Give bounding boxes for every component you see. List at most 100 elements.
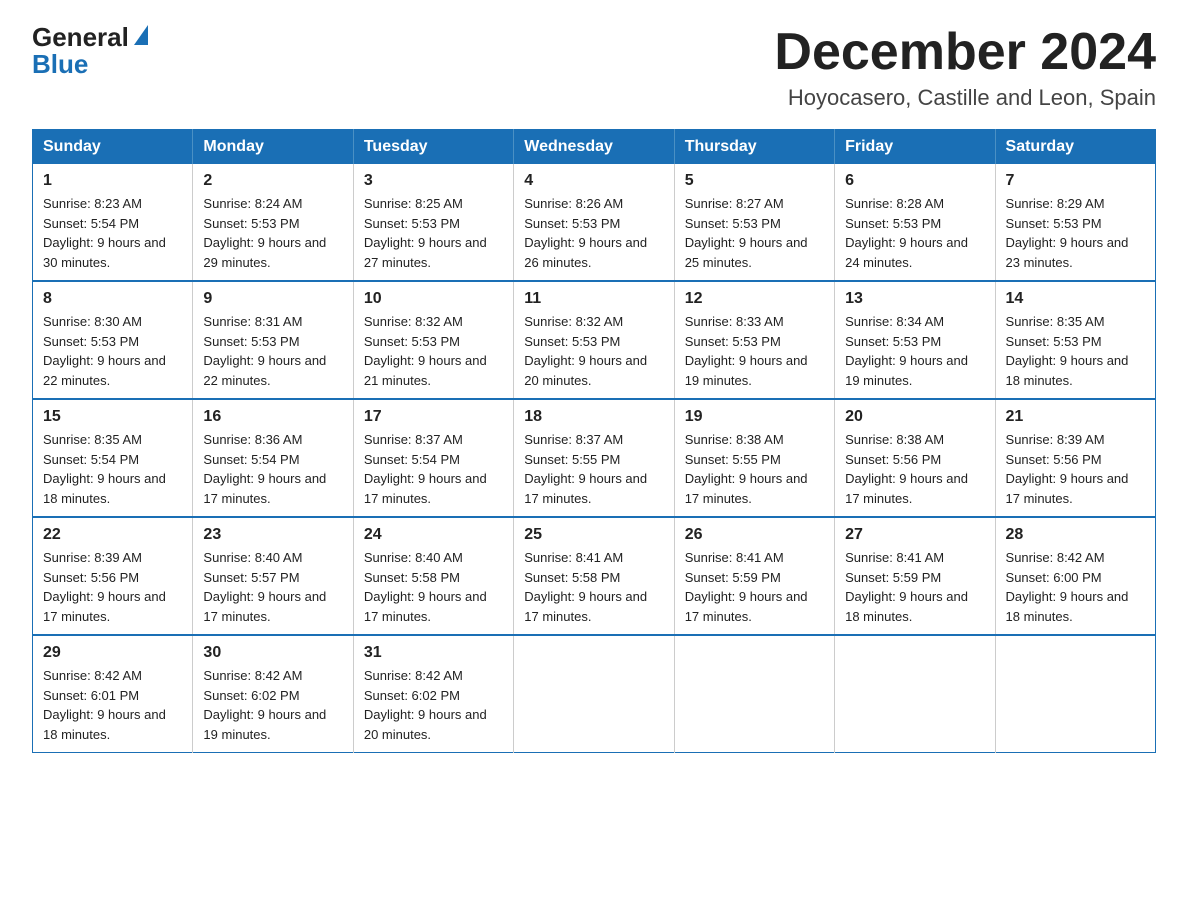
day-info: Sunrise: 8:42 AMSunset: 6:00 PMDaylight:… <box>1006 550 1129 624</box>
day-number: 29 <box>43 644 182 662</box>
day-info: Sunrise: 8:27 AMSunset: 5:53 PMDaylight:… <box>685 196 808 270</box>
table-row: 29 Sunrise: 8:42 AMSunset: 6:01 PMDayligh… <box>33 635 193 753</box>
calendar-week-row: 8 Sunrise: 8:30 AMSunset: 5:53 PMDaylight… <box>33 281 1156 399</box>
day-info: Sunrise: 8:42 AMSunset: 6:02 PMDaylight:… <box>364 668 487 742</box>
day-number: 16 <box>203 408 342 426</box>
day-number: 21 <box>1006 408 1145 426</box>
day-info: Sunrise: 8:40 AMSunset: 5:58 PMDaylight:… <box>364 550 487 624</box>
table-row: 1 Sunrise: 8:23 AMSunset: 5:54 PMDaylight… <box>33 164 193 281</box>
table-row: 17 Sunrise: 8:37 AMSunset: 5:54 PMDayligh… <box>353 399 513 517</box>
col-monday: Monday <box>193 130 353 165</box>
table-row: 27Sunrise: 8:41 AMSunset: 5:59 PMDayligh… <box>835 517 995 635</box>
day-number: 4 <box>524 172 663 190</box>
day-info: Sunrise: 8:37 AMSunset: 5:55 PMDaylight:… <box>524 432 647 506</box>
day-number: 20 <box>845 408 984 426</box>
day-info: Sunrise: 8:25 AMSunset: 5:53 PMDaylight:… <box>364 196 487 270</box>
page-header: General Blue December 2024 Hoyocasero, C… <box>32 24 1156 111</box>
table-row: 30 Sunrise: 8:42 AMSunset: 6:02 PMDayligh… <box>193 635 353 753</box>
col-wednesday: Wednesday <box>514 130 674 165</box>
day-info: Sunrise: 8:35 AMSunset: 5:54 PMDaylight:… <box>43 432 166 506</box>
day-number: 24 <box>364 526 503 544</box>
table-row: 9 Sunrise: 8:31 AMSunset: 5:53 PMDaylight… <box>193 281 353 399</box>
day-info: Sunrise: 8:38 AMSunset: 5:55 PMDaylight:… <box>685 432 808 506</box>
table-row: 11 Sunrise: 8:32 AMSunset: 5:53 PMDayligh… <box>514 281 674 399</box>
calendar-subtitle: Hoyocasero, Castille and Leon, Spain <box>774 85 1156 111</box>
table-row: 13Sunrise: 8:34 AMSunset: 5:53 PMDayligh… <box>835 281 995 399</box>
table-row <box>835 635 995 753</box>
day-number: 17 <box>364 408 503 426</box>
calendar-week-row: 1 Sunrise: 8:23 AMSunset: 5:54 PMDaylight… <box>33 164 1156 281</box>
logo-text: General Blue <box>32 24 148 77</box>
day-number: 18 <box>524 408 663 426</box>
day-number: 13 <box>845 290 984 308</box>
logo-triangle-icon <box>134 25 148 45</box>
day-number: 28 <box>1006 526 1145 544</box>
day-number: 23 <box>203 526 342 544</box>
table-row: 2 Sunrise: 8:24 AMSunset: 5:53 PMDaylight… <box>193 164 353 281</box>
table-row: 23Sunrise: 8:40 AMSunset: 5:57 PMDayligh… <box>193 517 353 635</box>
day-number: 30 <box>203 644 342 662</box>
day-info: Sunrise: 8:39 AMSunset: 5:56 PMDaylight:… <box>1006 432 1129 506</box>
col-thursday: Thursday <box>674 130 834 165</box>
table-row: 26 Sunrise: 8:41 AMSunset: 5:59 PMDayligh… <box>674 517 834 635</box>
day-number: 3 <box>364 172 503 190</box>
table-row <box>514 635 674 753</box>
day-number: 11 <box>524 290 663 308</box>
col-tuesday: Tuesday <box>353 130 513 165</box>
day-info: Sunrise: 8:26 AMSunset: 5:53 PMDaylight:… <box>524 196 647 270</box>
day-info: Sunrise: 8:42 AMSunset: 6:01 PMDaylight:… <box>43 668 166 742</box>
day-info: Sunrise: 8:35 AMSunset: 5:53 PMDaylight:… <box>1006 314 1129 388</box>
day-info: Sunrise: 8:41 AMSunset: 5:58 PMDaylight:… <box>524 550 647 624</box>
day-info: Sunrise: 8:37 AMSunset: 5:54 PMDaylight:… <box>364 432 487 506</box>
day-info: Sunrise: 8:33 AMSunset: 5:53 PMDaylight:… <box>685 314 808 388</box>
day-info: Sunrise: 8:32 AMSunset: 5:53 PMDaylight:… <box>364 314 487 388</box>
day-number: 27 <box>845 526 984 544</box>
day-number: 25 <box>524 526 663 544</box>
table-row: 24 Sunrise: 8:40 AMSunset: 5:58 PMDayligh… <box>353 517 513 635</box>
calendar-week-row: 29 Sunrise: 8:42 AMSunset: 6:01 PMDayligh… <box>33 635 1156 753</box>
day-number: 7 <box>1006 172 1145 190</box>
table-row: 7 Sunrise: 8:29 AMSunset: 5:53 PMDaylight… <box>995 164 1155 281</box>
day-number: 5 <box>685 172 824 190</box>
day-number: 9 <box>203 290 342 308</box>
col-saturday: Saturday <box>995 130 1155 165</box>
table-row: 5 Sunrise: 8:27 AMSunset: 5:53 PMDaylight… <box>674 164 834 281</box>
day-info: Sunrise: 8:42 AMSunset: 6:02 PMDaylight:… <box>203 668 326 742</box>
table-row: 19Sunrise: 8:38 AMSunset: 5:55 PMDayligh… <box>674 399 834 517</box>
day-number: 10 <box>364 290 503 308</box>
table-row: 3 Sunrise: 8:25 AMSunset: 5:53 PMDaylight… <box>353 164 513 281</box>
day-number: 26 <box>685 526 824 544</box>
calendar-title: December 2024 <box>774 24 1156 81</box>
day-number: 8 <box>43 290 182 308</box>
table-row: 31 Sunrise: 8:42 AMSunset: 6:02 PMDayligh… <box>353 635 513 753</box>
day-number: 6 <box>845 172 984 190</box>
table-row: 28 Sunrise: 8:42 AMSunset: 6:00 PMDayligh… <box>995 517 1155 635</box>
day-info: Sunrise: 8:41 AMSunset: 5:59 PMDaylight:… <box>685 550 808 624</box>
col-friday: Friday <box>835 130 995 165</box>
table-row: 25 Sunrise: 8:41 AMSunset: 5:58 PMDayligh… <box>514 517 674 635</box>
calendar-table: Sunday Monday Tuesday Wednesday Thursday… <box>32 129 1156 753</box>
table-row: 10 Sunrise: 8:32 AMSunset: 5:53 PMDayligh… <box>353 281 513 399</box>
day-number: 31 <box>364 644 503 662</box>
logo: General Blue <box>32 24 148 77</box>
day-info: Sunrise: 8:32 AMSunset: 5:53 PMDaylight:… <box>524 314 647 388</box>
table-row <box>674 635 834 753</box>
table-row: 18 Sunrise: 8:37 AMSunset: 5:55 PMDayligh… <box>514 399 674 517</box>
calendar-header-row: Sunday Monday Tuesday Wednesday Thursday… <box>33 130 1156 165</box>
day-info: Sunrise: 8:38 AMSunset: 5:56 PMDaylight:… <box>845 432 968 506</box>
day-number: 12 <box>685 290 824 308</box>
day-info: Sunrise: 8:30 AMSunset: 5:53 PMDaylight:… <box>43 314 166 388</box>
day-number: 2 <box>203 172 342 190</box>
day-info: Sunrise: 8:23 AMSunset: 5:54 PMDaylight:… <box>43 196 166 270</box>
day-info: Sunrise: 8:29 AMSunset: 5:53 PMDaylight:… <box>1006 196 1129 270</box>
table-row: 22Sunrise: 8:39 AMSunset: 5:56 PMDayligh… <box>33 517 193 635</box>
col-sunday: Sunday <box>33 130 193 165</box>
day-number: 1 <box>43 172 182 190</box>
table-row: 15 Sunrise: 8:35 AMSunset: 5:54 PMDayligh… <box>33 399 193 517</box>
day-info: Sunrise: 8:24 AMSunset: 5:53 PMDaylight:… <box>203 196 326 270</box>
day-info: Sunrise: 8:31 AMSunset: 5:53 PMDaylight:… <box>203 314 326 388</box>
table-row: 20 Sunrise: 8:38 AMSunset: 5:56 PMDayligh… <box>835 399 995 517</box>
table-row: 4 Sunrise: 8:26 AMSunset: 5:53 PMDaylight… <box>514 164 674 281</box>
day-info: Sunrise: 8:28 AMSunset: 5:53 PMDaylight:… <box>845 196 968 270</box>
day-number: 15 <box>43 408 182 426</box>
